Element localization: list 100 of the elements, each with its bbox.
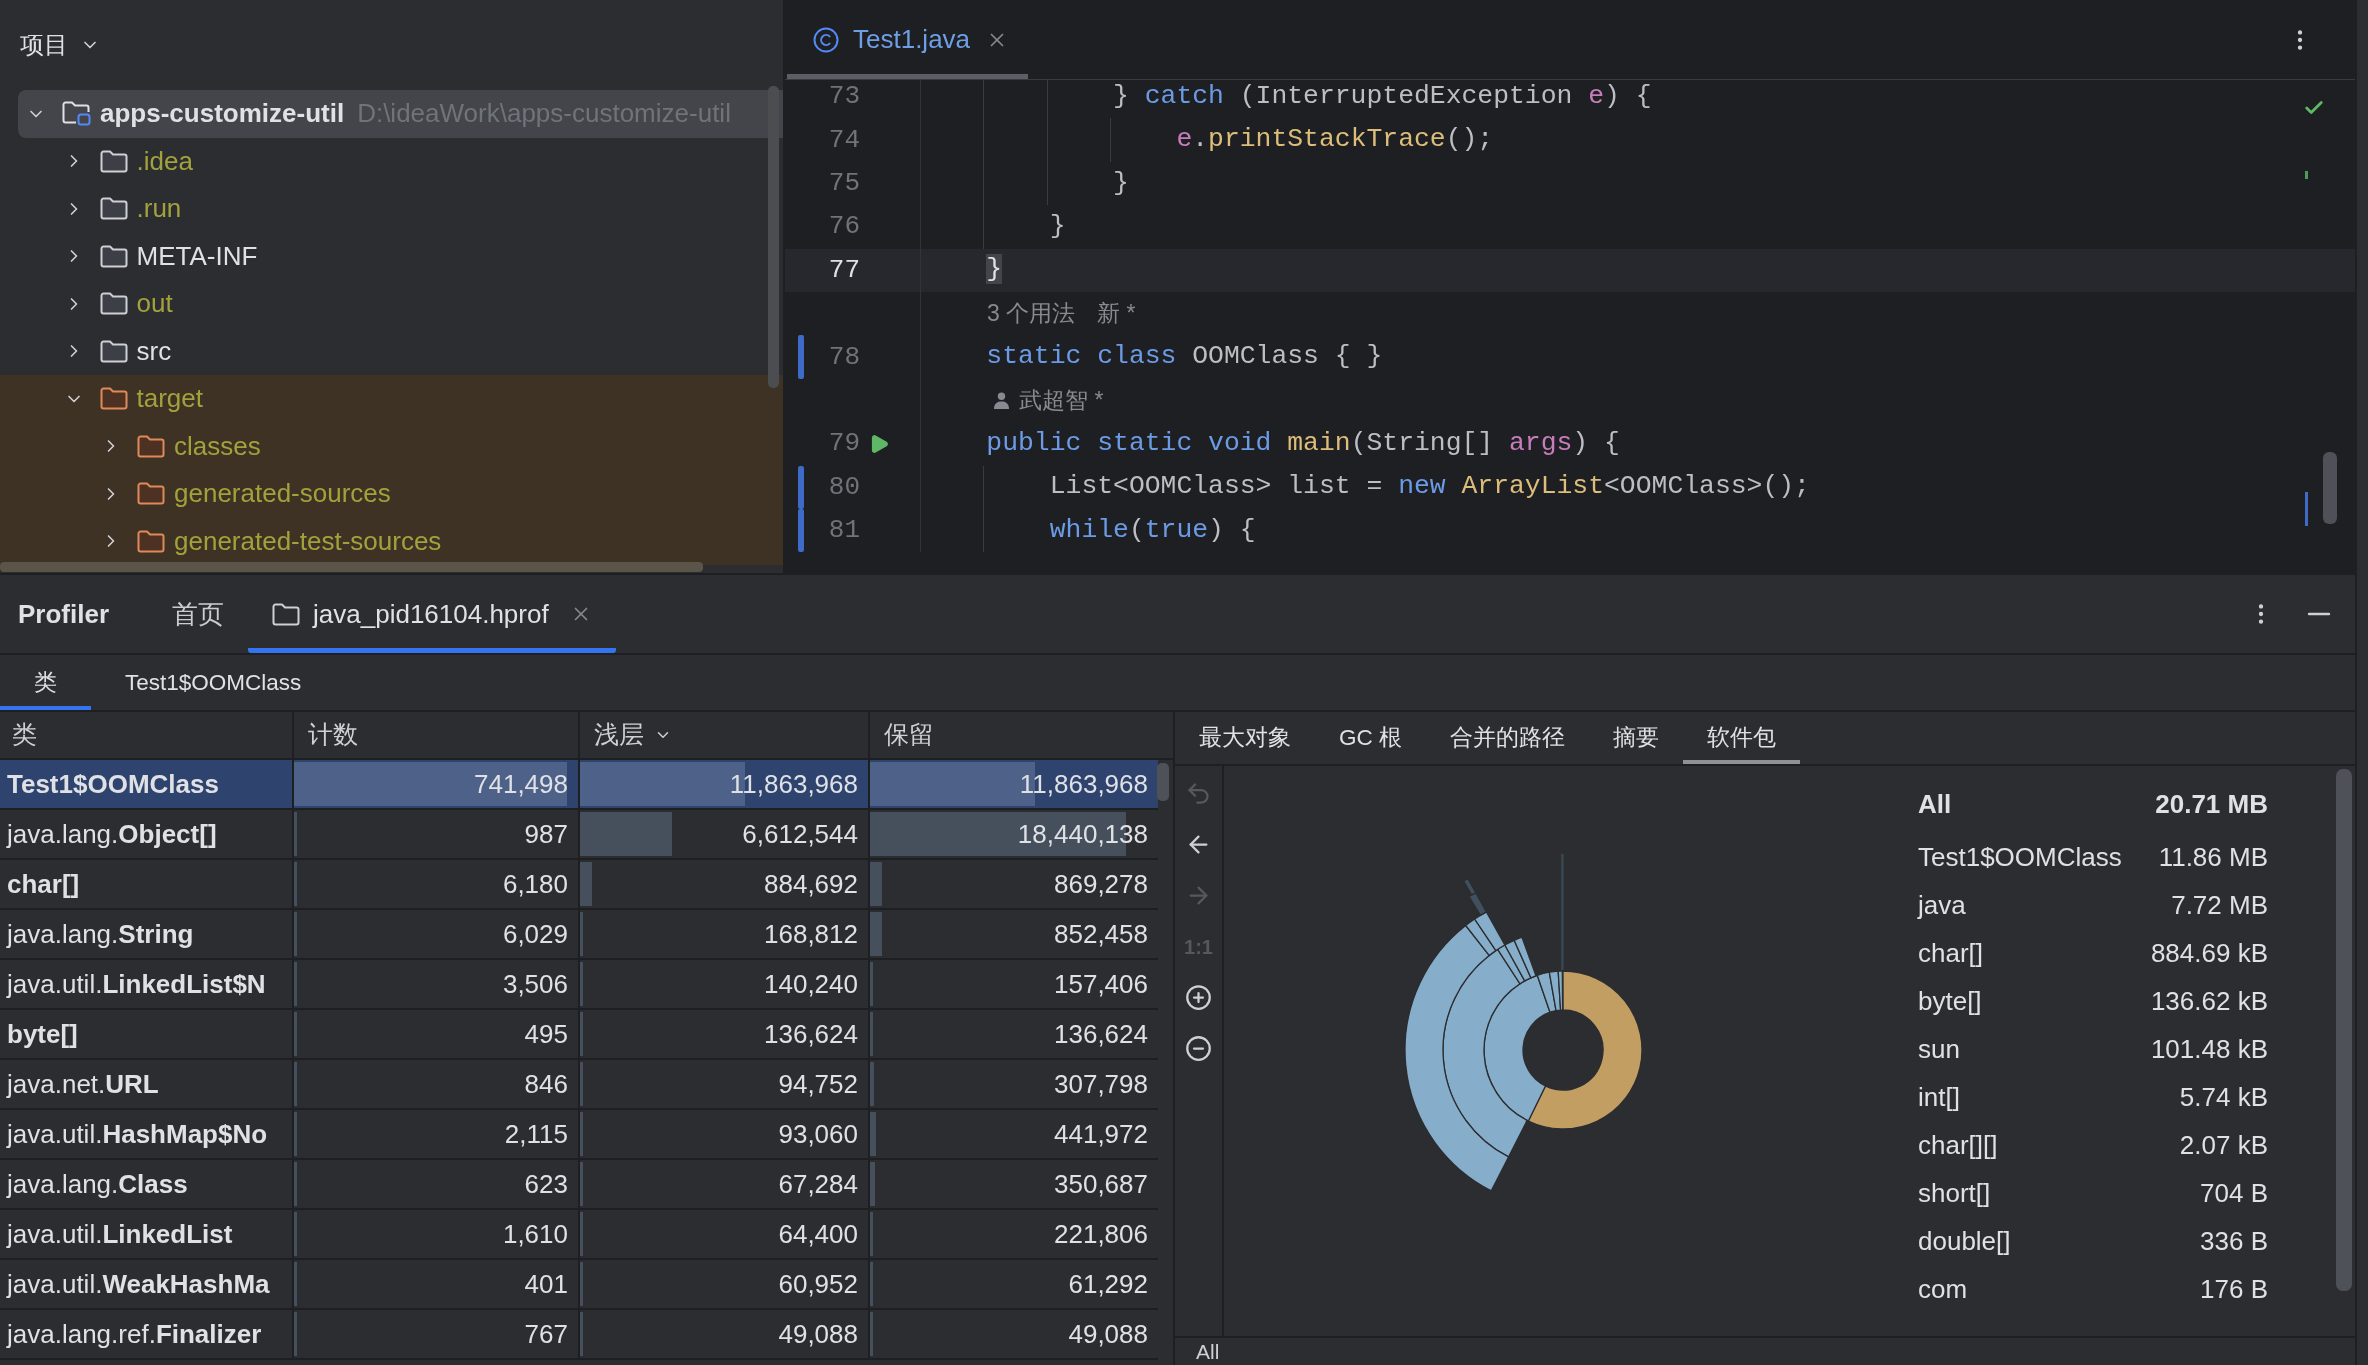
instance-count: 6,180 [502, 867, 568, 901]
shallow-size: 168,812 [764, 917, 858, 951]
table-row[interactable]: java.util.LinkedList$N 3,506 140,240 157,406 [0, 960, 1158, 1010]
change-marker[interactable] [798, 465, 804, 509]
view-selector[interactable]: 项目 [20, 27, 100, 63]
shallow-size: 136,624 [764, 1017, 858, 1051]
class-icon [813, 26, 839, 53]
retained-size: 18,440,138 [1017, 817, 1148, 851]
package-name: char[] [1918, 936, 1984, 970]
view-tab[interactable]: 类 [0, 655, 91, 710]
class-name: Test1$OOMClass [7, 767, 219, 801]
shallow-size: 64,400 [778, 1217, 858, 1251]
retained-size: 136,624 [1054, 1017, 1148, 1051]
class-name: java.util.LinkedList [7, 1217, 233, 1251]
package-name: All [1918, 787, 1952, 821]
package-name: char[][] [1918, 1128, 1998, 1162]
table-row[interactable]: char[] 6,180 884,692 869,278 [0, 860, 1158, 910]
view-tab[interactable]: Test1$OOMClass [91, 655, 336, 710]
undo-icon [1185, 780, 1212, 807]
line-number: 78 [827, 340, 860, 374]
package-size: 704 B [2200, 1176, 2268, 1210]
class-name: java.lang.ref.Finalizer [7, 1317, 262, 1351]
table-row[interactable]: java.util.LinkedList 1,610 64,400 221,806 [0, 1210, 1158, 1260]
package-size: 176 B [2200, 1272, 2268, 1306]
folder-icon [99, 197, 128, 221]
tree-item[interactable]: generated-test-sources [0, 517, 783, 565]
package-size: 884.69 kB [2150, 936, 2268, 970]
column-header[interactable]: 浅层 [578, 712, 868, 758]
shallow-size: 49,088 [778, 1317, 858, 1351]
column-header[interactable]: 计数 [292, 712, 578, 758]
class-name: java.lang.Class [7, 1167, 188, 1201]
table-row[interactable]: Test1$OOMClass 741,498 11,863,968 11,863,968 [0, 760, 1158, 810]
author-hint[interactable]: 武超智 * [1019, 383, 1104, 418]
retained-size: 49,088 [1068, 1317, 1148, 1351]
package-size: 11.86 MB [2158, 840, 2268, 874]
table-row[interactable]: java.lang.Object[] 987 6,612,544 18,440,138 [0, 810, 1158, 860]
line-number: 73 [827, 80, 860, 114]
column-header[interactable]: 类 [0, 712, 292, 758]
table-row[interactable]: java.util.HashMap$No 2,115 93,060 441,972 [0, 1110, 1158, 1160]
package-size: 2.07 kB [2179, 1128, 2268, 1162]
zoom-out-icon [1185, 1035, 1212, 1062]
package-size: 136.62 kB [2150, 984, 2268, 1018]
shallow-size: 94,752 [778, 1067, 858, 1101]
table-row[interactable]: java.lang.ref.Finalizer 767 49,088 49,088 [0, 1310, 1158, 1360]
instance-count: 987 [524, 817, 568, 851]
change-marker[interactable] [798, 335, 804, 379]
class-name: java.util.WeakHashMa [7, 1267, 270, 1301]
folder-icon [137, 482, 165, 506]
tree-item[interactable]: META-INF [0, 232, 783, 280]
details-tab[interactable]: 软件包 [1683, 712, 1800, 764]
line-number: 76 [827, 210, 860, 244]
tree-item[interactable]: generated-sources [0, 470, 783, 518]
table-row[interactable]: byte[] 495 136,624 136,624 [0, 1010, 1158, 1060]
instance-count: 401 [524, 1267, 568, 1301]
code-line: e.printStackTrace(); [1176, 123, 1494, 157]
folder-icon [99, 149, 128, 173]
class-name: java.lang.Object[] [7, 817, 217, 851]
details-tab[interactable]: GC 根 [1315, 712, 1426, 764]
tree-item[interactable]: .run [0, 185, 783, 233]
tree-item[interactable]: out [0, 280, 783, 328]
details-tab[interactable]: 摘要 [1589, 712, 1683, 764]
tree-item[interactable]: classes [0, 422, 783, 470]
scrollbar-thumb[interactable] [0, 562, 703, 572]
tree-item[interactable]: .idea [0, 137, 783, 185]
instance-count: 2,115 [504, 1117, 568, 1151]
change-marker[interactable] [798, 508, 804, 553]
retained-size: 307,798 [1054, 1067, 1148, 1101]
inlay-hint[interactable]: 3 个用法 [987, 296, 1076, 331]
editor-tab[interactable]: Test1.java [787, 0, 1029, 79]
table-row[interactable]: java.util.WeakHashMa 401 60,952 61,292 [0, 1260, 1158, 1310]
person-icon [994, 391, 1009, 409]
table-row[interactable]: java.lang.Class 623 67,284 350,687 [0, 1160, 1158, 1210]
retained-size: 11,863,968 [1019, 767, 1148, 801]
tree-item[interactable]: target [0, 375, 783, 423]
profiler-tab[interactable]: java_pid16104.hprof [248, 575, 616, 653]
instance-count: 1,610 [502, 1217, 568, 1251]
table-row[interactable]: java.lang.String 6,029 168,812 852,458 [0, 910, 1158, 960]
module-folder-icon [62, 101, 91, 127]
scrollbar-thumb[interactable] [1157, 763, 1169, 801]
column-header[interactable]: 保留 [868, 712, 1158, 758]
details-tab[interactable]: 合并的路径 [1426, 712, 1589, 764]
folder-icon [99, 387, 128, 411]
package-name: int[] [1918, 1080, 1960, 1114]
scrollbar-thumb[interactable] [768, 86, 779, 388]
profiler-tab[interactable]: 首页 [148, 575, 249, 653]
package-name: Test1$OOMClass [1918, 840, 2122, 874]
table-row[interactable]: java.net.URL 846 94,752 307,798 [0, 1060, 1158, 1110]
class-name: java.util.HashMap$No [7, 1117, 268, 1151]
package-size: 20.71 MB [2155, 787, 2268, 821]
retained-size: 869,278 [1054, 867, 1148, 901]
details-tab[interactable]: 最大对象 [1175, 712, 1315, 764]
scrollbar-thumb[interactable] [2323, 452, 2337, 524]
scrollbar-thumb[interactable] [2336, 769, 2352, 1291]
folder-icon [99, 244, 128, 268]
inlay-hint[interactable]: 新 * [1097, 296, 1136, 331]
breadcrumb[interactable]: All [1196, 1341, 1220, 1362]
shallow-size: 60,952 [778, 1267, 858, 1301]
code-line: } catch (InterruptedException e) { [1113, 80, 1652, 113]
tree-item[interactable]: src [0, 327, 783, 375]
instance-count: 846 [524, 1067, 568, 1101]
